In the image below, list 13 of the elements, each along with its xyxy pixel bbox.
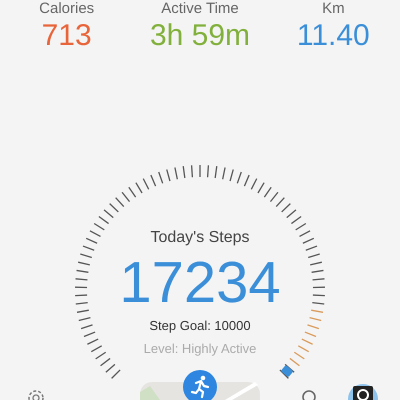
stat-label: Calories	[39, 0, 94, 17]
activity-level: Level: Highly Active	[144, 340, 256, 358]
stat-label: Km	[322, 0, 345, 17]
stat-value: 3h 59m	[150, 18, 250, 54]
step-count: 17234	[119, 250, 281, 316]
stat-value: 11.40	[296, 18, 370, 54]
settings-icon[interactable]	[26, 388, 46, 400]
step-goal: Step Goal: 10000	[149, 317, 251, 335]
steps-title: Today's Steps	[150, 228, 250, 248]
stat-value: 713	[42, 18, 92, 54]
running-icon[interactable]	[183, 370, 217, 400]
search-icon[interactable]	[301, 389, 319, 400]
stat-label: Active Time	[161, 0, 239, 17]
